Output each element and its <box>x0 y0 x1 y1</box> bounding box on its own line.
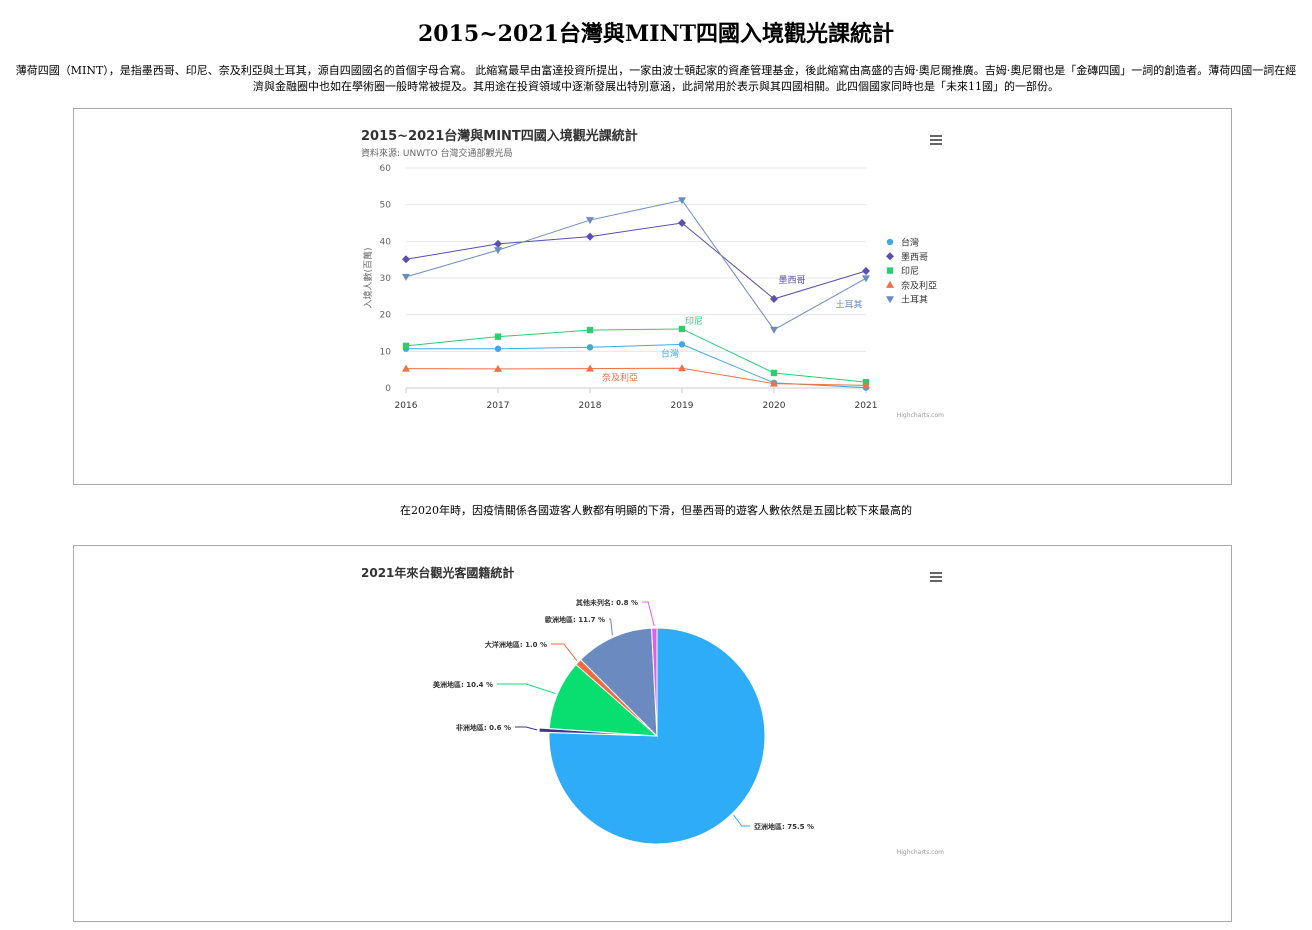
context-menu-icon[interactable] <box>930 572 942 582</box>
data-point[interactable] <box>678 341 686 348</box>
connector-line <box>642 601 655 627</box>
y-tick-label: 40 <box>380 237 392 247</box>
connector-line <box>551 643 578 662</box>
page-title: 2015~2021台灣與MINT四國入境觀光課統計 <box>417 21 895 47</box>
legend-item[interactable]: 台灣 <box>886 237 919 249</box>
legend-label: 墨西哥 <box>901 252 928 263</box>
series-line <box>405 199 867 331</box>
y-axis-label: 入境人數(百萬) <box>362 247 374 308</box>
legend-marker[interactable] <box>886 238 894 246</box>
x-tick-label: 2021 <box>855 401 878 411</box>
intro-paragraph: 薄荷四國（MINT），是指墨西哥、印尼、奈及利亞與土耳其，源自四國國名的首個字母… <box>15 64 1297 93</box>
chart-subtitle: 資料來源: UNWTO 台灣交通部觀光局 <box>361 147 513 159</box>
data-point[interactable] <box>586 344 594 351</box>
series-label: 印尼 <box>685 315 703 327</box>
legend-item[interactable]: 印尼 <box>886 265 919 277</box>
legend-marker[interactable] <box>886 296 894 304</box>
data-point[interactable] <box>402 364 410 372</box>
credits-label[interactable]: Highcharts.com <box>897 412 944 419</box>
legend-item[interactable]: 墨西哥 <box>886 252 928 263</box>
series-土耳其: 土耳其 <box>402 197 870 334</box>
line-chart-container: 2015~2021台灣與MINT四國入境觀光課統計資料來源: UNWTO 台灣交… <box>73 108 1232 485</box>
pie-chart-container: 2021年來台觀光客國籍統計亞洲地區: 75.5 % 非洲地區: 0.6 % 美洲地… <box>73 545 1232 922</box>
legend-marker[interactable] <box>886 252 894 261</box>
data-point[interactable] <box>494 345 502 352</box>
pie-data-label: 歐洲地區: 11.7 % <box>545 615 605 624</box>
menu-icon-bar <box>930 135 942 137</box>
pie-data-label: 大洋洲地區: 1.0 % <box>485 640 547 649</box>
y-tick-label: 30 <box>380 274 392 284</box>
data-point[interactable] <box>862 275 870 283</box>
x-tick-label: 2016 <box>395 401 418 411</box>
line-chart: 2015~2021台灣與MINT四國入境觀光課統計資料來源: UNWTO 台灣交… <box>361 128 944 419</box>
connector-line <box>515 726 538 731</box>
menu-icon-bar <box>930 576 942 578</box>
series-label: 奈及利亞 <box>602 372 638 384</box>
connector-line <box>497 683 556 695</box>
y-tick-label: 10 <box>380 347 392 357</box>
legend-item[interactable]: 土耳其 <box>886 294 928 306</box>
x-tick-label: 2020 <box>763 401 786 411</box>
legend-item[interactable]: 奈及利亞 <box>886 279 937 291</box>
data-point[interactable] <box>862 267 870 276</box>
data-point[interactable] <box>770 326 778 334</box>
chart-caption: 在2020年時，因疫情關係各國遊客人數都有明顯的下滑，但墨西哥的遊客人數依然是五… <box>400 504 912 517</box>
pie-data-label: 其他未列名: 0.8 % <box>576 598 638 607</box>
x-tick-label: 2017 <box>487 401 510 411</box>
legend: 台灣墨西哥印尼奈及利亞土耳其 <box>886 237 937 306</box>
data-point[interactable] <box>494 333 502 340</box>
data-point[interactable] <box>402 273 410 281</box>
series-line <box>405 222 867 300</box>
data-point[interactable] <box>402 255 410 264</box>
chart-title: 2021年來台觀光客國籍統計 <box>361 565 514 580</box>
menu-icon-bar <box>930 580 942 582</box>
legend-label: 台灣 <box>901 237 919 249</box>
series-墨西哥: 墨西哥 <box>402 219 870 303</box>
pie-data-label: 美洲地區: 10.4 % <box>433 680 493 689</box>
series-label: 墨西哥 <box>778 275 805 286</box>
legend-marker[interactable] <box>886 280 894 288</box>
data-point[interactable] <box>586 326 594 334</box>
menu-icon-bar <box>930 139 942 141</box>
connector-line <box>609 618 613 636</box>
legend-label: 土耳其 <box>901 294 928 306</box>
data-point[interactable] <box>678 364 686 372</box>
x-tick-label: 2018 <box>579 401 602 411</box>
series-奈及利亞: 奈及利亞 <box>402 364 870 389</box>
series-label: 台灣 <box>661 347 679 359</box>
y-tick-label: 50 <box>380 201 392 211</box>
pie-chart: 2021年來台觀光客國籍統計亞洲地區: 75.5 % 非洲地區: 0.6 % 美洲地… <box>361 565 944 856</box>
pie-data-label: 非洲地區: 0.6 % <box>456 723 511 732</box>
x-tick-label: 2019 <box>671 401 694 411</box>
connector-line <box>733 814 750 827</box>
data-point[interactable] <box>770 369 778 377</box>
y-tick-label: 60 <box>380 164 392 174</box>
menu-icon-bar <box>930 572 942 574</box>
pie-data-label: 亞洲地區: 75.5 % <box>754 822 814 831</box>
series-label: 土耳其 <box>835 298 862 310</box>
y-tick-label: 0 <box>385 384 391 394</box>
legend-label: 印尼 <box>901 265 919 277</box>
menu-icon-bar <box>930 143 942 145</box>
data-point[interactable] <box>586 232 594 241</box>
data-point[interactable] <box>402 342 410 350</box>
legend-marker[interactable] <box>886 267 894 274</box>
chart-title: 2015~2021台灣與MINT四國入境觀光課統計 <box>361 128 638 144</box>
context-menu-icon[interactable] <box>930 135 942 145</box>
legend-label: 奈及利亞 <box>901 279 937 291</box>
y-tick-label: 20 <box>380 311 392 321</box>
credits-label[interactable]: Highcharts.com <box>897 849 944 856</box>
